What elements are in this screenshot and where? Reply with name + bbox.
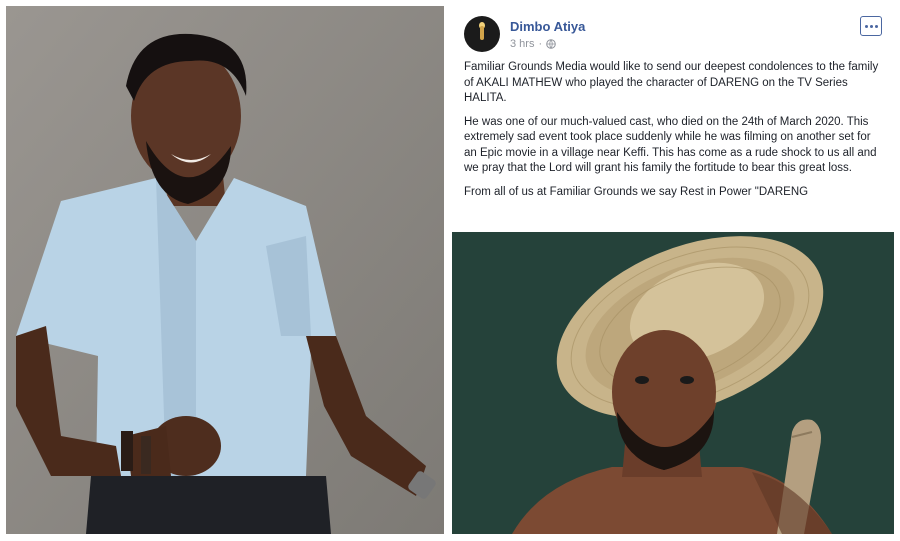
more-options-icon[interactable] <box>860 16 882 36</box>
post-photo[interactable] <box>452 232 894 534</box>
meta-separator: · <box>538 38 543 50</box>
post-body: Familiar Grounds Media would like to sen… <box>464 60 884 208</box>
man-in-blue-shirt-photo <box>6 6 444 534</box>
author-name-link[interactable]: Dimbo Atiya <box>510 19 585 34</box>
globe-icon[interactable] <box>546 39 556 49</box>
post-paragraph-1: Familiar Grounds Media would like to sen… <box>464 61 879 104</box>
man-in-straw-hat-photo <box>452 232 894 534</box>
post-header: Dimbo Atiya 3 hrs · <box>464 16 884 56</box>
post-meta: 3 hrs · <box>510 38 556 50</box>
candle-stick <box>480 26 484 40</box>
post-paragraph-3: From all of us at Familiar Grounds we sa… <box>464 185 809 198</box>
left-photo <box>6 6 444 534</box>
facebook-post: Dimbo Atiya 3 hrs · Familiar Grounds Med… <box>452 6 894 534</box>
post-paragraph-2: He was one of our much-valued cast, who … <box>464 115 877 175</box>
candle-avatar-icon[interactable] <box>464 16 500 52</box>
post-timestamp[interactable]: 3 hrs <box>510 38 534 50</box>
